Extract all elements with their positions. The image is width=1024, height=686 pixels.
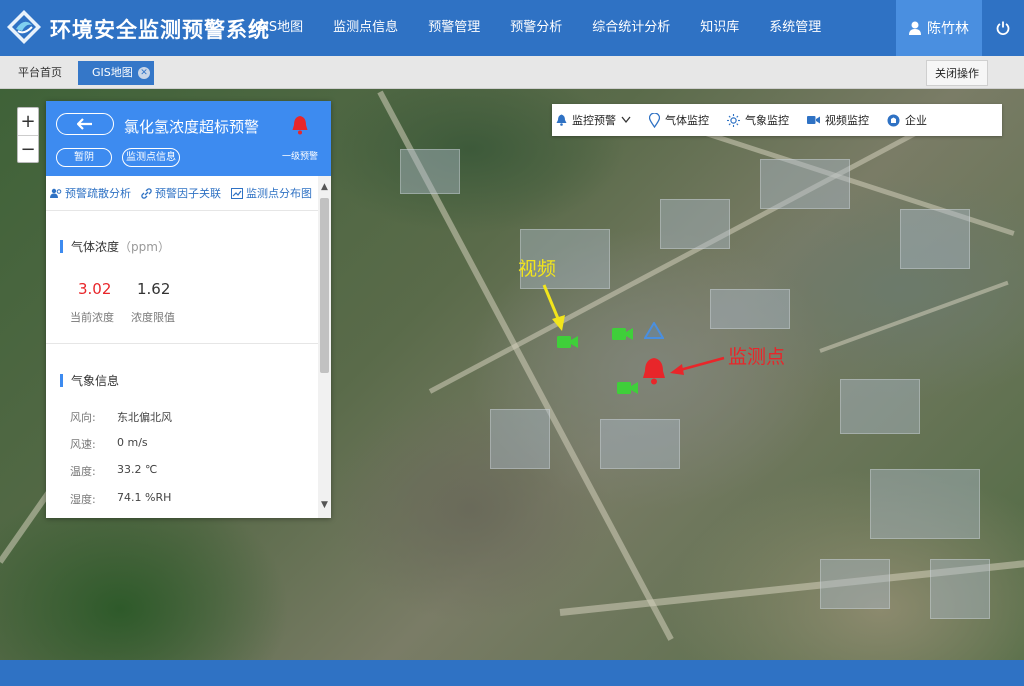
layer-label: 视频监控 (825, 114, 869, 127)
weather-section-title: 气象信息 (60, 372, 119, 389)
video-camera-marker-1[interactable] (557, 334, 579, 350)
zoom-in-button[interactable]: + (18, 108, 38, 135)
layer-gas-monitoring[interactable]: 气体监控 (649, 112, 709, 128)
video-annotation-label: 视频 (518, 258, 557, 280)
chevron-down-icon (621, 116, 631, 124)
zoom-control: + − (17, 107, 39, 163)
tab-close-icon[interactable]: ✕ (138, 67, 150, 79)
layer-label: 气象监控 (745, 114, 789, 127)
close-operations-button[interactable]: 关闭操作 (926, 60, 988, 86)
nav-gis-map[interactable]: GIS地图 (240, 0, 318, 56)
scroll-thumb[interactable] (320, 198, 329, 373)
red-arrow-icon (670, 356, 725, 375)
yellow-arrow-icon (542, 284, 565, 331)
top-navbar: 环境安全监测预警系统 GIS地图 监测点信息 预警管理 预警分析 综合统计分析 … (0, 0, 1024, 56)
action-label: 监测点分布图 (246, 187, 312, 200)
snooze-button[interactable]: 暂阴 (56, 148, 112, 167)
layer-label: 气体监控 (665, 114, 709, 127)
site-info-button[interactable]: 监测点信息 (122, 148, 180, 167)
layer-video-monitoring[interactable]: 视频监控 (807, 112, 869, 128)
enterprise-icon (887, 114, 900, 126)
video-camera-marker-3[interactable] (617, 380, 639, 396)
action-label: 预警因子关联 (155, 187, 221, 200)
app-title: 环境安全监测预警系统 (50, 18, 270, 42)
gas-monitor-marker[interactable] (644, 322, 664, 340)
alarm-bell-icon (292, 116, 308, 135)
concentration-limit-value: 1.62 (137, 280, 171, 298)
chart-icon (231, 187, 243, 199)
sun-icon (727, 113, 740, 127)
evacuation-analysis-link[interactable]: 预警疏散分析 (50, 185, 131, 201)
current-concentration-label: 当前浓度 (70, 311, 114, 324)
warning-level-label: 一级预警 (282, 152, 319, 162)
gas-title: 气体浓度 (71, 240, 120, 254)
monitor-point-annotation-label: 监测点 (728, 346, 786, 368)
nav-statistics[interactable]: 综合统计分析 (577, 0, 685, 56)
factor-correlation-link[interactable]: 预警因子关联 (141, 185, 221, 201)
site-distribution-link[interactable]: 监测点分布图 (231, 185, 312, 201)
weather-title: 气象信息 (71, 374, 120, 388)
scroll-up-icon[interactable]: ▲ (318, 180, 331, 194)
zoom-out-button[interactable]: − (18, 135, 38, 162)
tab-home[interactable]: 平台首页 (6, 61, 74, 85)
weather-row-wind-speed: 风速: 0 m/s (70, 436, 148, 451)
warning-title: 氯化氢浓度超标预警 (124, 118, 260, 136)
logout-button[interactable] (982, 0, 1024, 56)
bell-icon (556, 114, 567, 126)
arrow-left-icon (77, 118, 92, 130)
concentration-limit-label: 浓度限值 (131, 311, 175, 324)
gas-section-title: 气体浓度 （ppm） (60, 238, 170, 255)
footer-bar (0, 660, 1024, 686)
nav-monitoring-points[interactable]: 监测点信息 (318, 0, 413, 56)
weather-row-humidity: 湿度: 74.1 %RH (70, 491, 172, 506)
scroll-down-icon[interactable]: ▼ (318, 498, 331, 512)
panel-action-bar: 预警疏散分析 预警因子关联 监测点分布图 (46, 176, 318, 211)
current-concentration-value: 3.02 (78, 280, 112, 298)
panel-scrollbar[interactable]: ▲ ▼ (318, 176, 331, 518)
nav-warning-analysis[interactable]: 预警分析 (495, 0, 577, 56)
link-icon (141, 187, 152, 199)
layer-monitoring-warning[interactable]: 监控预警 (556, 112, 631, 128)
gas-unit: （ppm） (119, 240, 170, 254)
alarm-marker-icon[interactable] (642, 357, 666, 385)
back-button[interactable] (56, 113, 114, 135)
layer-weather-monitoring[interactable]: 气象监控 (727, 112, 789, 128)
nav-system-management[interactable]: 系统管理 (754, 0, 836, 56)
action-label: 预警疏散分析 (65, 187, 131, 200)
weather-row-wind-direction: 风向: 东北偏北风 (70, 411, 172, 424)
layer-enterprise[interactable]: 企业 (887, 112, 927, 128)
people-icon (50, 188, 62, 198)
app-logo-icon (7, 10, 41, 44)
user-icon (909, 21, 921, 35)
video-camera-icon (807, 116, 820, 124)
power-icon (996, 21, 1010, 35)
map-pin-icon (649, 112, 660, 128)
user-menu[interactable]: 陈竹林 (896, 0, 982, 56)
tab-gis-label: GIS地图 (92, 66, 133, 79)
warning-detail-panel: 氯化氢浓度超标预警 暂阴 监测点信息 一级预警 预警疏散分析 预警因子关联 监测… (46, 101, 331, 518)
weather-row-temperature: 温度: 33.2 ℃ (70, 463, 158, 478)
tab-bar: 平台首页 GIS地图 ✕ 关闭操作 (0, 56, 1024, 89)
warning-panel-header: 氯化氢浓度超标预警 暂阴 监测点信息 一级预警 (46, 101, 331, 176)
layer-label: 企业 (905, 114, 927, 127)
main-nav: GIS地图 监测点信息 预警管理 预警分析 综合统计分析 知识库 系统管理 (240, 0, 836, 56)
user-name: 陈竹林 (927, 21, 969, 37)
tab-gis-map[interactable]: GIS地图 ✕ (78, 61, 154, 85)
layer-toolbar: 监控预警 气体监控 气象监控 视频监控 企业 (552, 104, 1002, 136)
layer-label: 监控预警 (572, 114, 616, 127)
nav-knowledge-base[interactable]: 知识库 (685, 0, 754, 56)
nav-warning-management[interactable]: 预警管理 (413, 0, 495, 56)
video-camera-marker-2[interactable] (612, 326, 634, 342)
